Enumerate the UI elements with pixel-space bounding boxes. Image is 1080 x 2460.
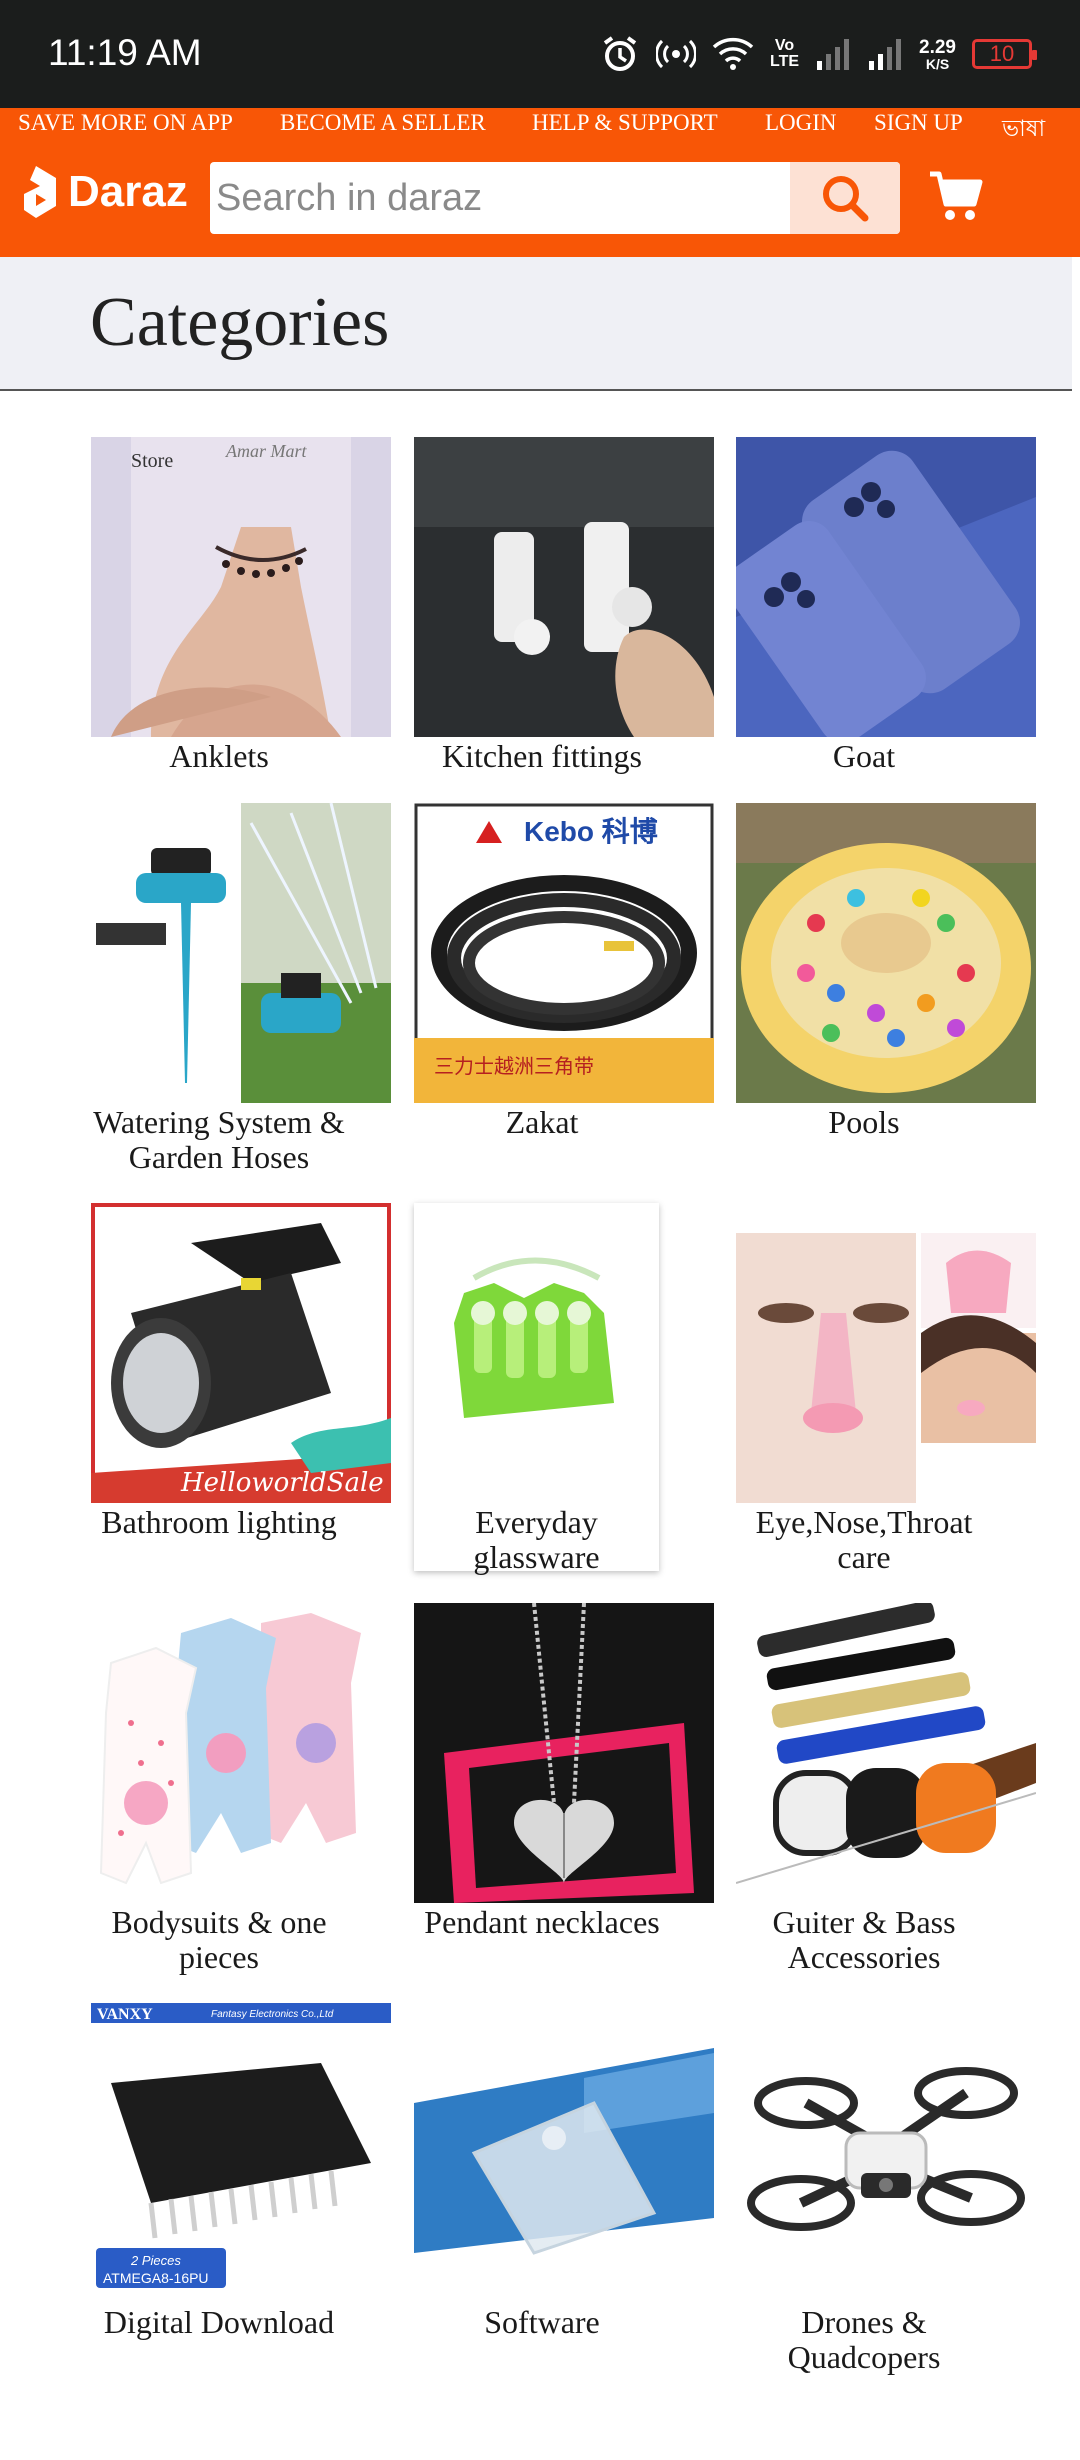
site-header: SAVE MORE ON APP BECOME A SELLER HELP & … <box>0 108 1080 257</box>
category-image <box>414 1603 714 1903</box>
link-help-support[interactable]: HELP & SUPPORT <box>532 110 718 136</box>
volte-bottom: LTE <box>769 53 800 70</box>
hotspot-icon <box>655 37 696 71</box>
category-image <box>414 2003 714 2303</box>
image-caption: Store <box>131 450 173 472</box>
category-label: Watering System & Garden Hoses <box>93 1104 345 1175</box>
category-label: Pendant necklaces <box>424 1904 660 1940</box>
image-caption: 2 Pieces <box>130 2253 181 2268</box>
signal-icon <box>815 37 851 71</box>
category-image <box>736 1603 1036 1903</box>
categories-header: Categories <box>0 257 1072 391</box>
category-item-guitar-bass-accessories[interactable]: Guiter & Bass Accessories <box>736 1603 1036 1975</box>
volte-top: Vo <box>774 37 795 54</box>
category-image <box>736 1203 1036 1503</box>
category-item-drones[interactable]: Drones & Quadcopers <box>736 2003 1036 2375</box>
category-image <box>736 803 1036 1103</box>
image-caption: Fantasy Electronics Co.,Ltd <box>211 2009 334 2020</box>
search-bar <box>210 162 900 234</box>
category-image <box>736 437 1036 737</box>
category-label: Guiter & Bass Accessories <box>772 1904 956 1975</box>
scroll-gutter <box>1072 257 1080 2460</box>
image-caption: VANXY <box>97 2006 153 2023</box>
status-icons: Vo LTE 2.29 K/S 10 <box>600 28 1037 80</box>
link-become-a-seller[interactable]: BECOME A SELLER <box>280 110 486 136</box>
category-item-eye-nose-throat-care[interactable]: Eye,Nose,Throat care <box>736 1203 1036 1575</box>
category-image: Kebo 科博 三力士越洲三角带 <box>414 803 714 1103</box>
category-label: Drones & Quadcopers <box>787 2304 941 2375</box>
wifi-icon <box>712 37 754 71</box>
battery-icon: 10 <box>972 39 1037 69</box>
category-item-bodysuits[interactable]: Bodysuits & one pieces <box>91 1603 391 1975</box>
category-item-goat[interactable]: Goat <box>736 437 1036 774</box>
status-time: 11:19 AM <box>48 32 202 73</box>
category-item-everyday-glassware[interactable]: Everyday glassware <box>414 1203 659 1575</box>
category-label: Software <box>484 2304 600 2340</box>
category-image <box>91 803 391 1103</box>
status-bar: 11:19 AM Vo LTE 2.29 K/S 10 <box>0 0 1080 108</box>
category-label: Zakat <box>505 1104 579 1140</box>
category-image: Store Amar Mart <box>91 437 391 737</box>
net-speed-value: 2.29 <box>919 36 956 58</box>
category-label: Kitchen fittings <box>442 738 642 774</box>
category-label: Eye,Nose,Throat care <box>755 1504 973 1575</box>
image-caption: HelloworldSale <box>180 1468 384 1498</box>
category-item-watering-system[interactable]: Watering System & Garden Hoses <box>91 803 391 1175</box>
category-image: HelloworldSale <box>91 1203 391 1503</box>
category-label: Goat <box>832 738 896 774</box>
category-label: Everyday glassware <box>473 1504 600 1575</box>
search-button[interactable] <box>790 162 900 234</box>
category-label: Pools <box>828 1104 900 1140</box>
category-item-zakat[interactable]: Kebo 科博 三力士越洲三角带 Zakat <box>414 803 714 1140</box>
daraz-logo-icon <box>24 166 56 218</box>
link-save-more-on-app[interactable]: SAVE MORE ON APP <box>18 110 233 136</box>
link-sign-up[interactable]: SIGN UP <box>874 110 963 136</box>
category-label: Digital Download <box>103 2304 335 2340</box>
search-icon <box>823 176 869 222</box>
category-item-anklets[interactable]: Store Amar Mart Anklets <box>91 437 391 774</box>
category-item-kitchen-fittings[interactable]: Kitchen fittings <box>414 437 714 774</box>
image-caption: ATMEGA8-16PU <box>103 2270 209 2286</box>
category-item-bathroom-lighting[interactable]: HelloworldSale Bathroom lighting <box>91 1203 391 1540</box>
category-image <box>414 437 714 737</box>
category-image <box>91 1603 391 1903</box>
top-links: SAVE MORE ON APP BECOME A SELLER HELP & … <box>0 108 1080 141</box>
image-caption: 三力士越洲三角带 <box>434 1054 594 1078</box>
search-input[interactable] <box>210 162 790 234</box>
category-image <box>736 2003 1036 2303</box>
signal-icon <box>867 37 903 71</box>
daraz-logo[interactable]: Daraz <box>22 162 188 222</box>
battery-level: 10 <box>989 41 1015 66</box>
volte-icon: Vo LTE <box>770 38 799 70</box>
image-caption: Kebo 科博 <box>524 816 658 847</box>
net-speed-unit: K/S <box>925 55 950 72</box>
category-item-digital-download[interactable]: VANXY Fantasy Electronics Co.,Ltd 2 Piec… <box>91 2003 391 2340</box>
category-image <box>414 1203 659 1503</box>
category-item-pendant-necklaces[interactable]: Pendant necklaces <box>414 1603 714 1940</box>
category-item-pools[interactable]: Pools <box>736 803 1036 1140</box>
cart-icon[interactable] <box>928 168 984 224</box>
category-label: Bathroom lighting <box>101 1504 337 1540</box>
link-login[interactable]: LOGIN <box>765 110 837 136</box>
category-image: VANXY Fantasy Electronics Co.,Ltd 2 Piec… <box>91 2003 391 2303</box>
page-title: Categories <box>90 284 390 361</box>
brand-name: Daraz <box>68 167 188 216</box>
link-language[interactable]: ভাষা <box>1002 110 1045 149</box>
image-caption: Amar Mart <box>225 441 307 461</box>
category-label: Anklets <box>169 738 269 774</box>
category-item-software[interactable]: Software <box>414 2003 714 2340</box>
alarm-icon <box>600 34 640 74</box>
category-label: Bodysuits & one pieces <box>111 1904 327 1975</box>
net-speed: 2.29 K/S <box>919 38 956 71</box>
